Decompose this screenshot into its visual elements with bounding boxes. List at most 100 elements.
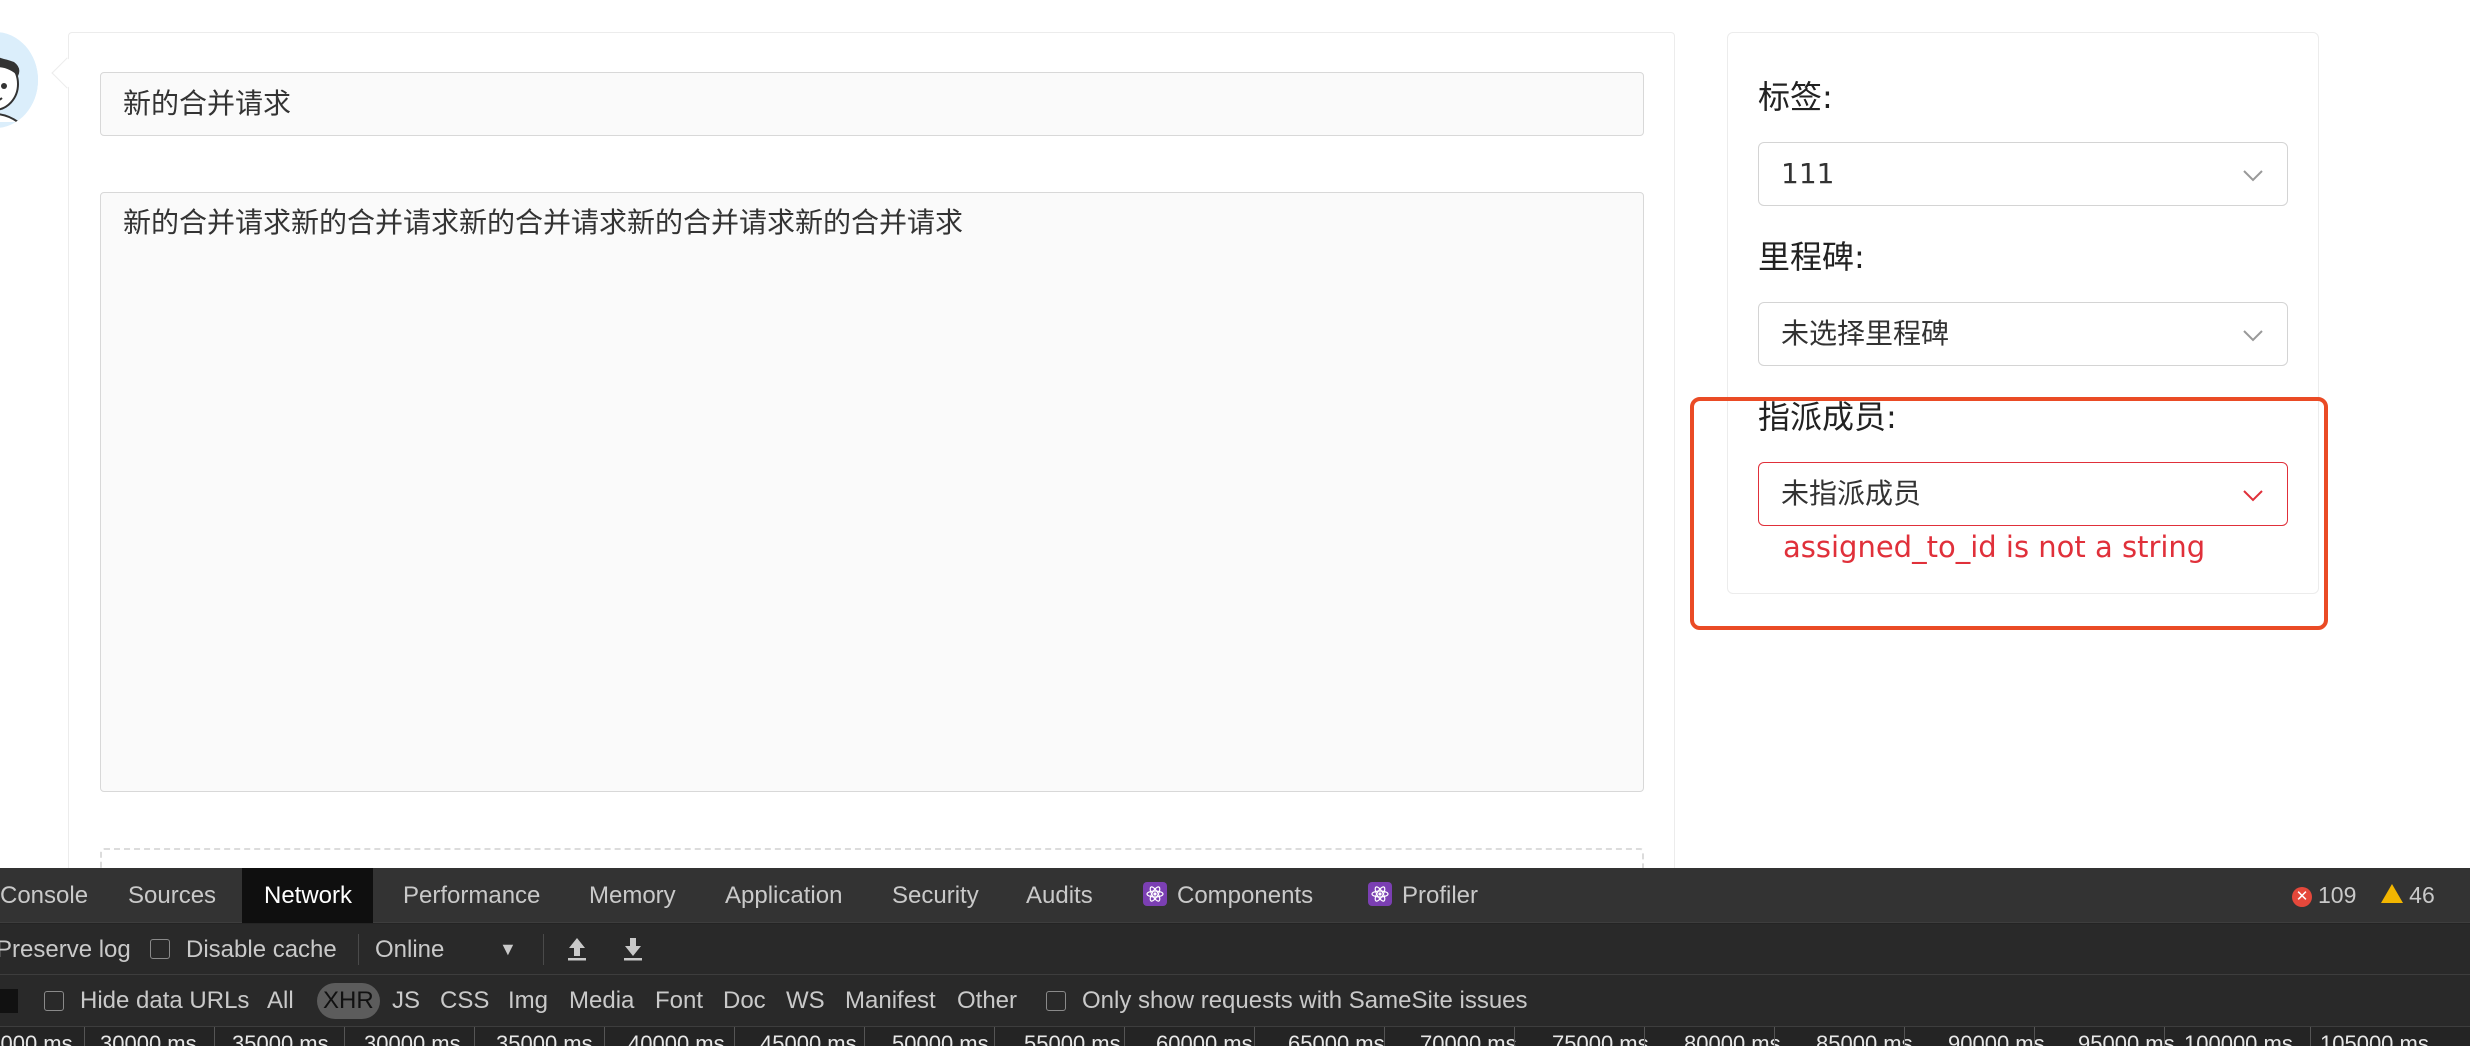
tab-components[interactable]: Components <box>1143 868 1313 923</box>
disable-cache-label[interactable]: Disable cache <box>186 924 337 975</box>
tab-performance[interactable]: Performance <box>403 868 540 923</box>
timeline-tick-line <box>864 1027 865 1046</box>
timeline-tick-line <box>344 1027 345 1046</box>
warning-icon <box>2381 884 2404 903</box>
export-har-icon[interactable] <box>622 936 644 962</box>
react-icon <box>1143 882 1167 906</box>
labels-select[interactable]: 111 <box>1758 142 2288 206</box>
timeline-tick-line <box>1384 1027 1385 1046</box>
timeline-tick: 100000 ms <box>2184 1031 2293 1046</box>
avatar-illustration-icon <box>0 32 38 128</box>
tab-profiler[interactable]: Profiler <box>1368 868 1478 923</box>
page: 新的合并请求 新的合并请求新的合并请求新的合并请求新的合并请求新的合并请求 标签… <box>0 0 2470 1046</box>
tab-components-label: Components <box>1177 882 1314 909</box>
timeline-tick-line <box>734 1027 735 1046</box>
timeline-tick-line <box>474 1027 475 1046</box>
timeline-tick: 80000 ms <box>1684 1031 1781 1046</box>
timeline-tick: 50000 ms <box>892 1031 989 1046</box>
import-har-icon[interactable] <box>566 936 588 962</box>
filter-input[interactable] <box>0 989 18 1013</box>
timeline-tick-line <box>604 1027 605 1046</box>
description-textarea[interactable]: 新的合并请求新的合并请求新的合并请求新的合并请求新的合并请求 <box>100 192 1644 792</box>
timeline-tick: 30000 ms <box>100 1031 197 1046</box>
timeline-tick: 45000 ms <box>760 1031 857 1046</box>
hide-data-urls-checkbox[interactable] <box>44 991 64 1011</box>
network-filter-bar: Hide data URLs All XHR JS CSS Img Media … <box>0 975 2470 1027</box>
error-count: 109 <box>2318 882 2357 908</box>
timeline-tick: 65000 ms <box>1288 1031 1385 1046</box>
timeline-tick: 95000 ms <box>2078 1031 2175 1046</box>
toolbar-separator <box>358 934 359 965</box>
timeline-tick-line <box>1514 1027 1515 1046</box>
user-avatar[interactable] <box>0 32 38 128</box>
timeline-tick-line <box>1904 1027 1905 1046</box>
throttling-dropdown-icon[interactable]: ▼ <box>499 924 517 975</box>
timeline-tick-line <box>2310 1027 2311 1046</box>
filter-ws[interactable]: WS <box>786 975 825 1026</box>
hide-data-urls-label[interactable]: Hide data URLs <box>80 975 249 1026</box>
throttling-select[interactable]: Online <box>375 924 444 975</box>
timeline-tick-line <box>214 1027 215 1046</box>
filter-css[interactable]: CSS <box>440 975 489 1026</box>
annotation-highlight-frame <box>1690 397 2328 630</box>
timeline-tick: 70000 ms <box>1420 1031 1517 1046</box>
filter-manifest[interactable]: Manifest <box>845 975 936 1026</box>
tab-application[interactable]: Application <box>725 868 842 923</box>
timeline-tick: 90000 ms <box>1948 1031 2045 1046</box>
samesite-checkbox[interactable] <box>1046 991 1066 1011</box>
error-icon: ✕ <box>2292 887 2312 907</box>
timeline-tick: 35000 ms <box>496 1031 593 1046</box>
timeline-tick: 75000 ms <box>1552 1031 1649 1046</box>
milestone-select[interactable]: 未选择里程碑 <box>1758 302 2288 366</box>
timeline-tick: 60000 ms <box>1156 1031 1253 1046</box>
tab-memory[interactable]: Memory <box>589 868 676 923</box>
filter-img[interactable]: Img <box>508 975 548 1026</box>
timeline-tick-line <box>2034 1027 2035 1046</box>
console-counts[interactable]: ✕ 109 46 <box>2292 868 2435 923</box>
timeline-tick: 35000 ms <box>232 1031 329 1046</box>
timeline-tick-line <box>1254 1027 1255 1046</box>
toolbar-separator <box>543 934 544 965</box>
milestone-heading: 里程碑: <box>1758 238 1865 276</box>
preserve-log-label[interactable]: Preserve log <box>0 924 131 975</box>
filter-media[interactable]: Media <box>569 975 634 1026</box>
tab-sources[interactable]: Sources <box>128 868 216 923</box>
filter-xhr[interactable]: XHR <box>317 983 380 1019</box>
warning-count: 46 <box>2409 882 2435 908</box>
timeline-tick: 55000 ms <box>1024 1031 1121 1046</box>
tab-network[interactable]: Network <box>242 868 373 923</box>
labels-heading: 标签: <box>1758 78 1833 116</box>
timeline-tick: 85000 ms <box>1816 1031 1913 1046</box>
milestone-select-value: 未选择里程碑 <box>1781 317 1950 350</box>
timeline-ruler: 20000 ms 30000 ms 35000 ms 30000 ms 3500… <box>0 1027 2470 1046</box>
react-icon <box>1368 882 1392 906</box>
tab-profiler-label: Profiler <box>1402 882 1479 909</box>
labels-select-value: 111 <box>1781 157 1835 190</box>
disable-cache-checkbox[interactable] <box>150 939 170 959</box>
timeline-tick: 40000 ms <box>628 1031 725 1046</box>
filter-other[interactable]: Other <box>957 975 1017 1026</box>
filter-doc[interactable]: Doc <box>723 975 766 1026</box>
filter-js[interactable]: JS <box>392 975 420 1026</box>
devtools-tab-bar: Console Sources Network Performance Memo… <box>0 868 2470 923</box>
timeline-tick-line <box>1774 1027 1775 1046</box>
timeline-tick-line <box>994 1027 995 1046</box>
samesite-label[interactable]: Only show requests with SameSite issues <box>1082 975 1528 1026</box>
tab-security[interactable]: Security <box>892 868 979 923</box>
devtools-panel: Console Sources Network Performance Memo… <box>0 868 2470 1046</box>
tab-audits[interactable]: Audits <box>1026 868 1093 923</box>
timeline-tick: 30000 ms <box>364 1031 461 1046</box>
chevron-down-icon <box>2243 170 2263 182</box>
filter-font[interactable]: Font <box>655 975 703 1026</box>
filter-all[interactable]: All <box>267 975 294 1026</box>
chevron-down-icon <box>2243 330 2263 342</box>
timeline-tick-line <box>1124 1027 1125 1046</box>
network-toolbar: Preserve log Disable cache Online ▼ <box>0 924 2470 975</box>
timeline-tick-line <box>1644 1027 1645 1046</box>
title-input[interactable]: 新的合并请求 <box>100 72 1644 136</box>
timeline-tick: 20000 ms <box>0 1031 73 1046</box>
timeline-tick: 105000 ms <box>2320 1031 2429 1046</box>
timeline-tick-line <box>84 1027 85 1046</box>
timeline-tick-line <box>2164 1027 2165 1046</box>
tab-console[interactable]: Console <box>0 868 116 923</box>
